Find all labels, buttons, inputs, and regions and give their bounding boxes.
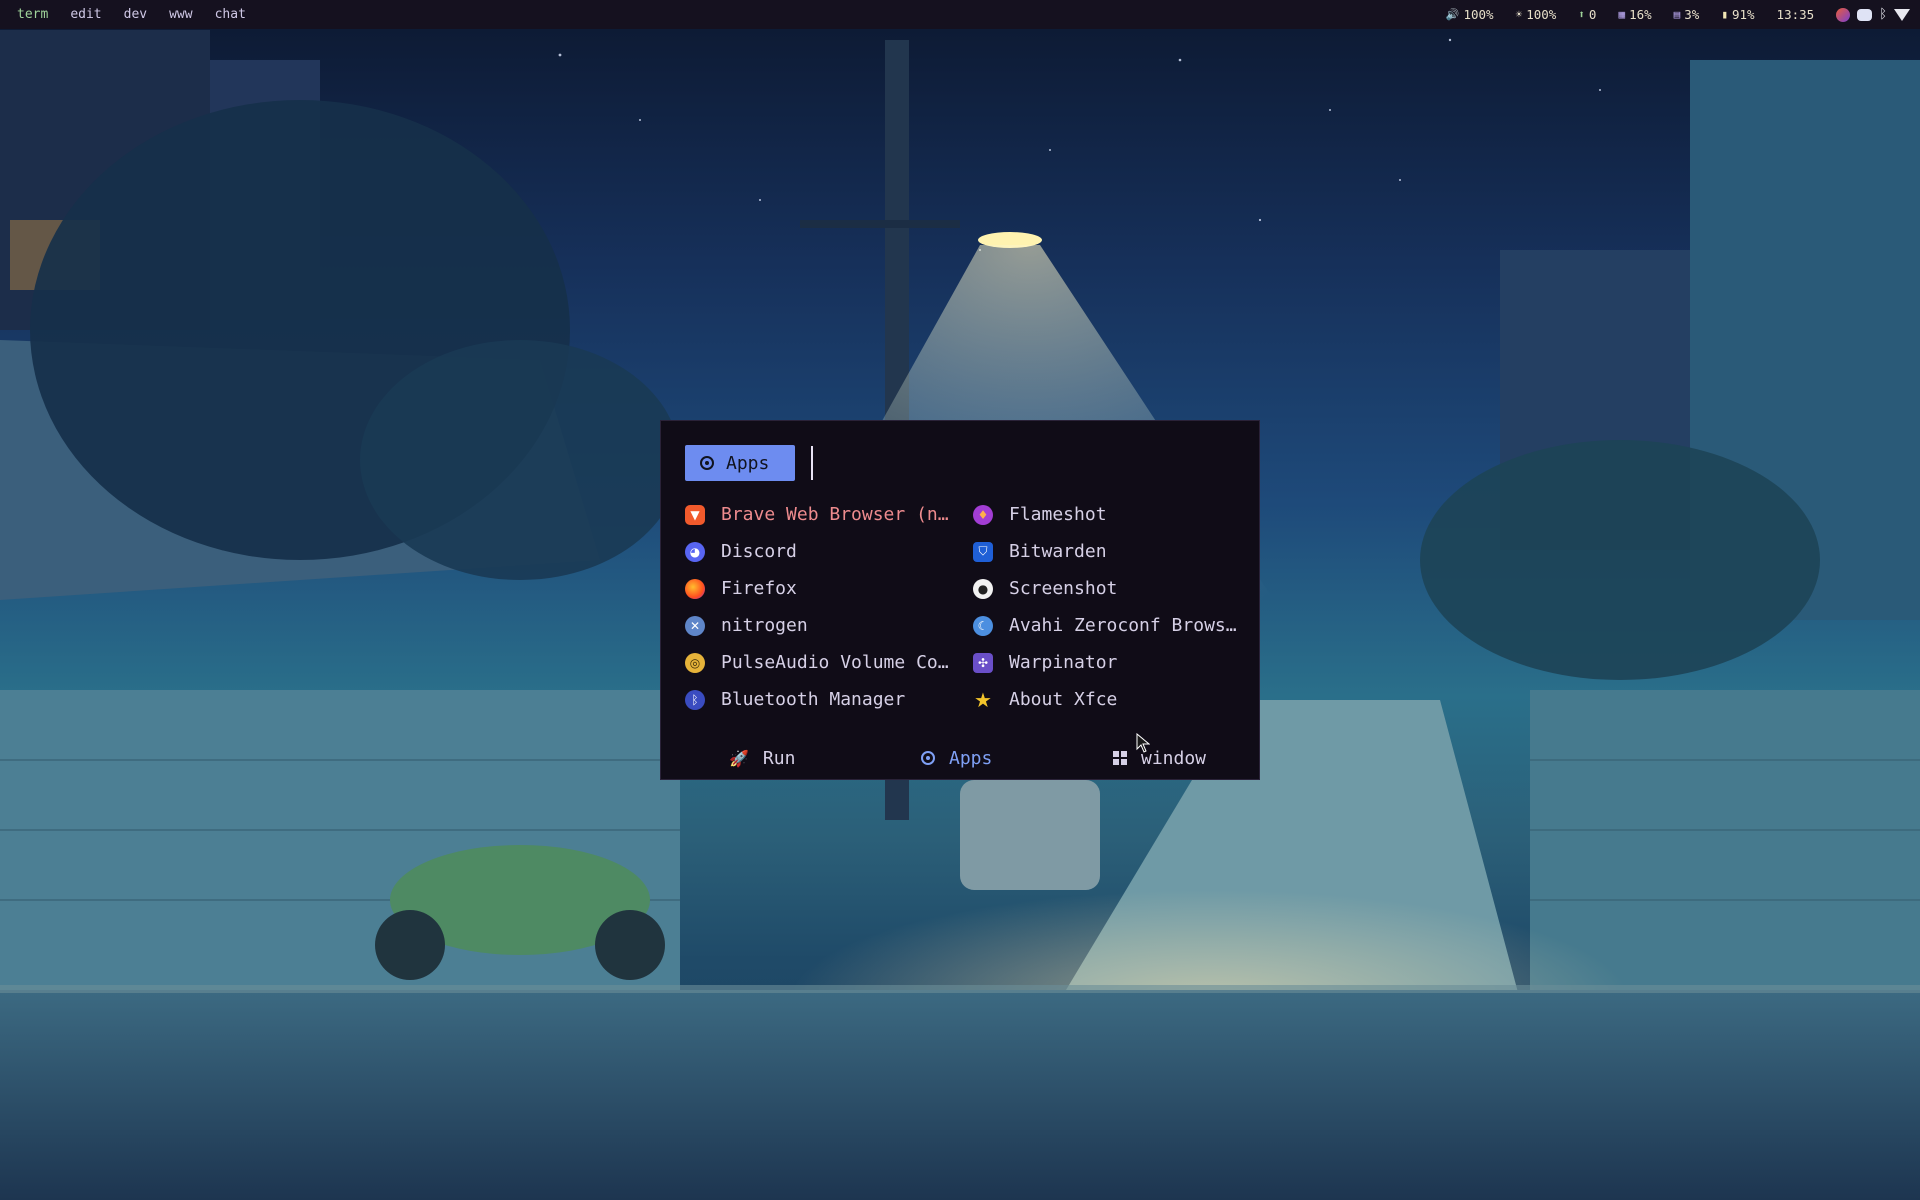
workspace-list: term edit dev www chat [0,0,257,29]
updates-status[interactable]: ⬆ 0 [1578,7,1596,22]
mouse-cursor-icon [1136,733,1150,753]
app-item-label: Flameshot [1009,504,1107,525]
workspace-www[interactable]: www [158,0,203,29]
app-item-label: Firefox [721,578,797,599]
firefox-icon [685,578,705,599]
mode-badge-label: Apps [726,452,770,474]
top-status-bar: term edit dev www chat 🔊 100% ☀ 100% ⬆ 0… [0,0,1920,29]
workspace-dev[interactable]: dev [113,0,158,29]
app-item-label: Discord [721,541,797,562]
workspace-edit[interactable]: edit [59,0,112,29]
volume-value: 100% [1463,7,1494,22]
app-item-warpinator[interactable]: ✣ Warpinator [973,644,1253,681]
discord-icon: ◕ [685,541,705,562]
app-item-pulseaudio[interactable]: ◎ PulseAudio Volume Co… [685,644,965,681]
cpu-status: ▦ 16% [1618,7,1651,22]
discord-tray-icon[interactable] [1857,8,1873,21]
app-item-label: Bluetooth Manager [721,689,906,710]
brightness-status[interactable]: ☀ 100% [1516,7,1557,22]
app-item-nitrogen[interactable]: ✕ nitrogen [685,607,965,644]
bitwarden-icon: ⛉ [973,541,993,562]
mode-apps-button[interactable]: Apps [921,743,992,773]
app-item-label: Bitwarden [1009,541,1107,562]
app-item-label: Avahi Zeroconf Brows… [1009,615,1237,636]
arrow-up-circle-icon: ⬆ [1578,8,1585,21]
status-modules: 🔊 100% ☀ 100% ⬆ 0 ▦ 16% ▤ 3% ▮ 91% 13:35 [1424,0,1920,29]
warpinator-icon: ✣ [973,652,993,673]
system-tray: ᛒ [1836,7,1910,22]
app-item-bluetooth[interactable]: ᛒ Bluetooth Manager [685,681,965,718]
workspace-term[interactable]: term [6,0,59,29]
app-item-firefox[interactable]: Firefox [685,570,965,607]
pulseaudio-icon: ◎ [685,652,705,673]
avahi-icon: ☾ [973,615,993,636]
flameshot-icon: ♦ [973,504,993,525]
mode-run-button[interactable]: 🚀 Run [729,743,795,773]
sun-icon: ☀ [1515,8,1523,21]
app-item-about-xfce[interactable]: ★ About Xfce [973,681,1253,718]
app-item-label: About Xfce [1009,689,1118,710]
grid-icon [1113,751,1127,765]
xfce-star-icon: ★ [974,687,992,712]
memory-icon: ▤ [1673,8,1681,21]
workspace-chat[interactable]: chat [204,0,257,29]
apps-icon [700,456,714,470]
app-item-label: nitrogen [721,615,808,636]
app-item-avahi[interactable]: ☾ Avahi Zeroconf Brows… [973,607,1253,644]
app-item-flameshot[interactable]: ♦ Flameshot [973,496,1253,533]
rocket-icon: 🚀 [729,748,749,768]
bluetooth-tray-icon[interactable]: ᛒ [1879,7,1887,22]
clock-value: 13:35 [1776,7,1815,22]
battery-status: ▮ 91% [1721,7,1754,22]
screenshot-icon: ● [973,578,993,599]
memory-status: ▤ 3% [1674,7,1700,22]
brave-icon: ▼ [685,504,705,525]
apps-icon [921,751,935,765]
app-item-discord[interactable]: ◕ Discord [685,533,965,570]
bluetooth-icon: ᛒ [685,689,705,710]
app-item-label: Brave Web Browser (new… [721,504,953,525]
cpu-value: 16% [1629,7,1652,22]
app-item-label: Warpinator [1009,652,1118,673]
app-item-label: Screenshot [1009,578,1118,599]
mode-badge: Apps [685,445,795,481]
speaker-icon: 🔊 [1445,8,1460,21]
app-item-brave[interactable]: ▼ Brave Web Browser (new… [685,496,965,533]
app-launcher: Apps ▼ Brave Web Browser (new… ◕ Discord… [660,420,1260,780]
brightness-value: 100% [1526,7,1557,22]
mode-apps-label: Apps [949,747,993,769]
updates-value: 0 [1588,7,1597,22]
battery-value: 91% [1731,7,1755,22]
brave-tray-icon[interactable] [1836,7,1851,22]
memory-value: 3% [1684,7,1700,22]
cpu-icon: ▦ [1618,8,1626,21]
mode-switcher: 🚀 Run Apps window [661,743,1261,773]
volume-status[interactable]: 🔊 100% [1446,7,1494,22]
app-item-screenshot[interactable]: ● Screenshot [973,570,1253,607]
wifi-tray-icon[interactable] [1894,8,1910,21]
clock[interactable]: 13:35 [1777,7,1815,22]
mode-run-label: Run [762,747,796,769]
mode-window-label: window [1141,747,1207,769]
battery-icon: ▮ [1721,8,1728,21]
nitrogen-icon: ✕ [685,615,705,636]
app-item-label: PulseAudio Volume Co… [721,652,949,673]
mode-window-button[interactable]: window [1113,743,1206,773]
search-input[interactable] [811,446,1231,480]
app-item-bitwarden[interactable]: ⛉ Bitwarden [973,533,1253,570]
